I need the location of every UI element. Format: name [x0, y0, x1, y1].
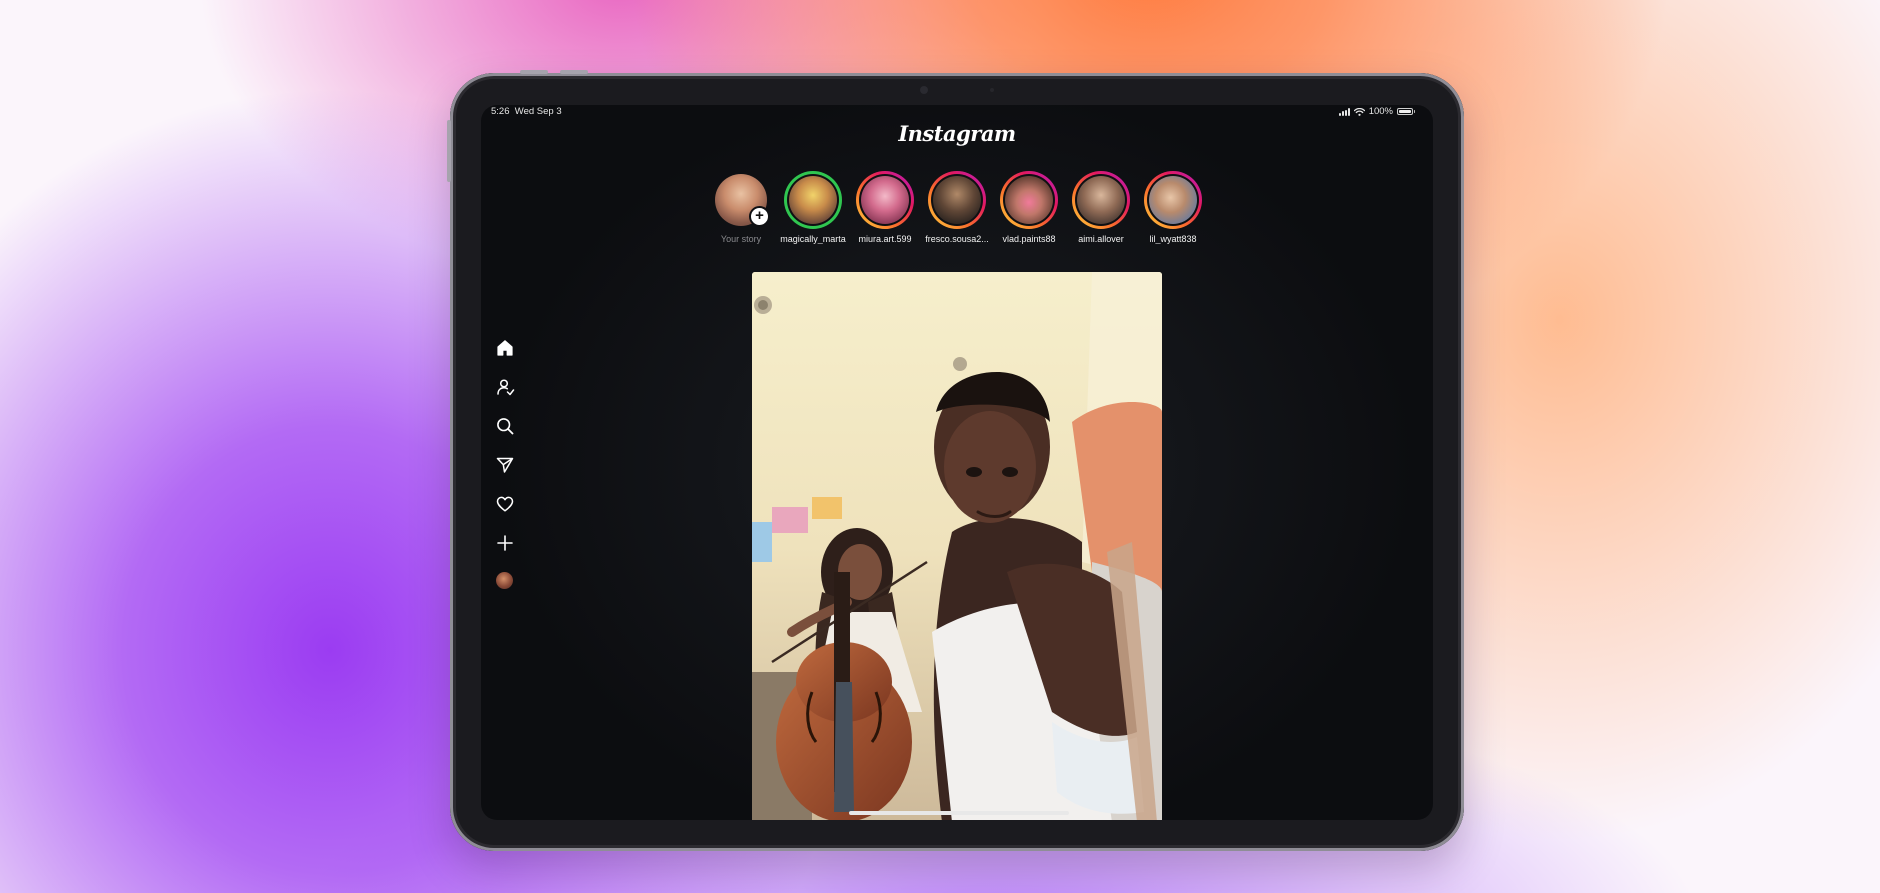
- stories-tray: + Your story magically_marta miura.art.5…: [712, 171, 1202, 244]
- nav-messages[interactable]: [495, 455, 515, 475]
- story-username: fresco.sousa2...: [925, 234, 989, 244]
- sidebar-nav: [495, 338, 515, 611]
- story-aimi-allover[interactable]: aimi.allover: [1072, 171, 1130, 244]
- story-ring: [1072, 171, 1130, 229]
- battery-percentage: 100%: [1368, 106, 1393, 117]
- front-camera: [920, 86, 928, 94]
- feed-post-media[interactable]: [752, 272, 1162, 820]
- story-username: Your story: [720, 234, 762, 244]
- nav-people[interactable]: [495, 377, 515, 397]
- home-indicator: [849, 811, 1069, 815]
- heart-icon: [496, 496, 514, 512]
- story-vlad-paints88[interactable]: vlad.paints88: [1000, 171, 1058, 244]
- plus-icon: [497, 535, 513, 551]
- story-ring: [856, 171, 914, 229]
- nav-create[interactable]: [495, 533, 515, 553]
- avatar: [933, 176, 981, 224]
- send-icon: [496, 457, 514, 473]
- avatar: [861, 176, 909, 224]
- profile-avatar: [496, 572, 513, 589]
- nav-search[interactable]: [495, 416, 515, 436]
- ipad-top-button-2: [560, 70, 588, 74]
- story-username: miura.art.599: [858, 234, 912, 244]
- battery-icon: [1397, 108, 1415, 115]
- story-your-story[interactable]: + Your story: [712, 171, 770, 244]
- story-username: vlad.paints88: [1002, 234, 1056, 244]
- add-story-plus-icon[interactable]: +: [749, 206, 770, 227]
- story-username: magically_marta: [780, 234, 846, 244]
- story-ring: [784, 171, 842, 229]
- story-lil-wyatt838[interactable]: lil_wyatt838: [1144, 171, 1202, 244]
- story-ring: [928, 171, 986, 229]
- cellular-signal-icon: [1338, 107, 1350, 116]
- avatar: [1077, 176, 1125, 224]
- story-miura-art-599[interactable]: miura.art.599: [856, 171, 914, 244]
- story-ring: [1144, 171, 1202, 229]
- status-time: 5:26: [491, 106, 510, 117]
- status-indicators: 100%: [1338, 106, 1415, 117]
- wifi-icon: [1353, 107, 1365, 116]
- nav-profile[interactable]: [495, 572, 515, 592]
- avatar: [789, 176, 837, 224]
- post-photo: [752, 272, 1162, 820]
- ipad-top-button-1: [520, 70, 548, 74]
- home-icon: [497, 340, 513, 356]
- instagram-logo[interactable]: Instagram: [481, 121, 1433, 146]
- people-icon: [497, 379, 515, 396]
- story-magically-marta[interactable]: magically_marta: [780, 171, 846, 244]
- story-ring: +: [712, 171, 770, 229]
- story-ring: [1000, 171, 1058, 229]
- story-fresco-sousa[interactable]: fresco.sousa2...: [925, 171, 989, 244]
- ipad-screen: 5:26 Wed Sep 3 100% Instagram + Your sto…: [481, 105, 1433, 820]
- nav-activity[interactable]: [495, 494, 515, 514]
- status-date: Wed Sep 3: [514, 106, 562, 117]
- avatar: [1005, 176, 1053, 224]
- search-icon: [497, 418, 514, 435]
- story-username: lil_wyatt838: [1149, 234, 1197, 244]
- status-time-date: 5:26 Wed Sep 3: [491, 106, 562, 117]
- nav-home[interactable]: [495, 338, 515, 358]
- avatar: [1149, 176, 1197, 224]
- camera-sensor: [990, 88, 994, 92]
- ipad-side-button: [447, 120, 451, 182]
- story-username: aimi.allover: [1078, 234, 1124, 244]
